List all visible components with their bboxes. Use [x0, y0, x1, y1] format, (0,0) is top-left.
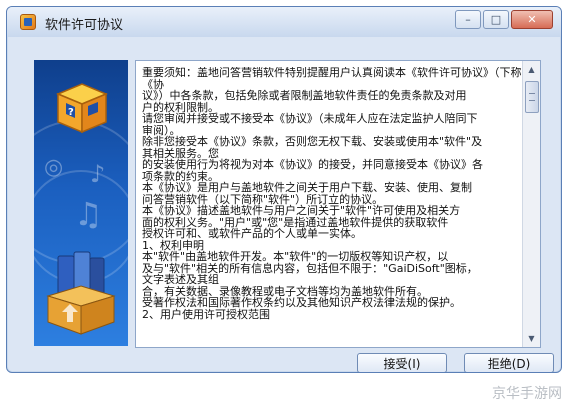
- accept-button[interactable]: 接受(I): [357, 353, 447, 372]
- license-line: 议》）中各条款，包括免除或者限制盖地软件责任的免责条款及对用: [142, 89, 467, 102]
- question-box-icon: ?: [56, 83, 108, 134]
- maximize-button[interactable]: □: [483, 10, 509, 29]
- license-line: 受著作权法和国际著作权条约以及其他知识产权法律法规的保护。: [142, 296, 461, 309]
- license-line: 除非您接受本《协议》条款，否则您无权下载、安装或使用本"软件"及: [142, 135, 483, 148]
- music-note-icon: ♪: [90, 160, 106, 188]
- music-note-icon: ♫: [74, 195, 103, 233]
- license-line: 本《协议》是用户与盖地软件之间关于用户下载、安装、使用、复制: [142, 181, 472, 194]
- scroll-thumb[interactable]: [525, 81, 539, 113]
- license-text: 重要须知：盖地问答营销软件特别提醒用户认真阅读本《软件许可协议》（下称《协 议》）…: [142, 67, 522, 343]
- window-controls: – □ ✕: [455, 10, 553, 29]
- maximize-icon: □: [490, 13, 502, 26]
- books-box-icon: [46, 251, 116, 335]
- window-title: 软件许可协议: [45, 18, 124, 33]
- disc-icon: ◎: [44, 155, 64, 180]
- scroll-down-arrow-icon[interactable]: ▼: [523, 330, 540, 347]
- vertical-scrollbar[interactable]: ▲ ▼: [522, 61, 540, 347]
- side-banner: ♪ ♫ ◎ ?: [34, 60, 128, 346]
- license-dialog: 软件许可协议 – □ ✕ ♪ ♫ ◎ ? 重要须知：盖地问答营销软件特别提醒用户…: [6, 6, 562, 373]
- title-bar[interactable]: 软件许可协议 – □ ✕: [7, 7, 561, 37]
- license-line: 本《协议》描述盖地软件与用户之间关于"软件"许可使用及相关方: [142, 204, 461, 217]
- site-watermark: 京华手游网: [492, 386, 562, 402]
- license-textbox[interactable]: 重要须知：盖地问答营销软件特别提醒用户认真阅读本《软件许可协议》（下称《协 议》）…: [135, 60, 541, 348]
- license-line: 授权许可和、或软件产品的个人或单一实体。: [142, 227, 362, 240]
- close-icon: ✕: [527, 13, 537, 26]
- license-line: 重要须知：盖地问答营销软件特别提醒用户认真阅读本《软件许可协议》（下称《协: [142, 67, 522, 91]
- license-line: 文字表述及其组: [142, 273, 219, 286]
- scroll-up-arrow-icon[interactable]: ▲: [523, 61, 540, 78]
- reject-button[interactable]: 拒绝(D): [464, 353, 554, 372]
- close-button[interactable]: ✕: [511, 10, 553, 29]
- license-line: 请您审阅并接受或不接受本《协议》（未成年人应在法定监护人陪同下: [142, 112, 478, 125]
- minimize-icon: –: [465, 13, 471, 26]
- license-line: 本"软件"由盖地软件开发。本"软件"的一切版权等知识产权，以: [142, 250, 449, 263]
- app-box-icon: [20, 14, 36, 30]
- svg-text:?: ?: [68, 107, 74, 118]
- license-line: 的安装使用行为将视为对本《协议》的接受，并同意接受本《协议》各: [142, 158, 483, 171]
- license-line: 2、用户使用许可授权范围: [142, 307, 270, 321]
- minimize-button[interactable]: –: [455, 10, 481, 29]
